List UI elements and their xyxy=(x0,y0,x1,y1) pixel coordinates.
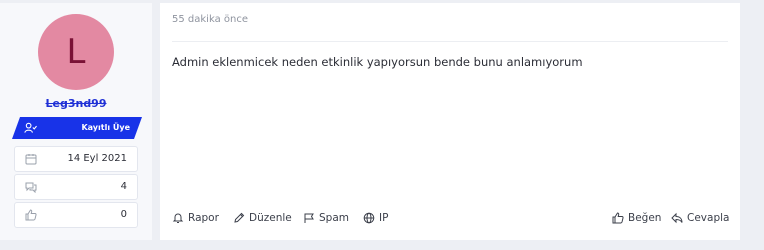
edit-label: Düzenle xyxy=(249,212,292,224)
avatar[interactable]: L xyxy=(38,14,114,90)
like-count-value: 0 xyxy=(120,209,127,220)
stat-message-count: 4 xyxy=(14,174,138,200)
username-link[interactable]: Leg3nd99 xyxy=(0,97,152,110)
user-panel: L Leg3nd99 Kayıtlı Üye 14 Eyl 2021 4 0 xyxy=(0,3,152,240)
bell-icon xyxy=(172,213,184,223)
stat-join-date: 14 Eyl 2021 xyxy=(14,146,138,172)
pencil-icon xyxy=(234,212,245,223)
calendar-icon xyxy=(25,154,37,165)
message-count-value: 4 xyxy=(120,181,127,192)
post-timestamp[interactable]: 55 dakika önce xyxy=(172,14,248,25)
reply-button[interactable]: Cevapla xyxy=(671,210,729,226)
stat-like-count: 0 xyxy=(14,202,138,228)
join-date-value: 14 Eyl 2021 xyxy=(67,153,127,164)
comments-icon xyxy=(25,182,37,193)
ip-label: IP xyxy=(379,212,389,224)
role-label: Kayıtlı Üye xyxy=(81,123,130,132)
reply-icon xyxy=(671,212,683,224)
post-divider xyxy=(172,41,728,42)
thumbs-up-icon xyxy=(612,212,624,224)
avatar-initial: L xyxy=(66,32,86,72)
user-check-icon xyxy=(24,122,37,134)
spam-button[interactable]: Spam xyxy=(303,210,349,226)
reply-label: Cevapla xyxy=(687,212,730,224)
flag-icon xyxy=(304,213,314,223)
post-card: 55 dakika önce Admin eklenmicek neden et… xyxy=(160,3,740,240)
role-badge: Kayıtlı Üye xyxy=(12,117,142,139)
like-button[interactable]: Beğen xyxy=(612,210,661,226)
spam-label: Spam xyxy=(319,212,349,224)
ip-button[interactable]: IP xyxy=(363,210,388,226)
post-message: Admin eklenmicek neden etkinlik yapıyors… xyxy=(172,55,583,69)
report-label: Rapor xyxy=(188,212,219,224)
report-button[interactable]: Rapor xyxy=(172,210,219,226)
edit-button[interactable]: Düzenle xyxy=(233,210,292,226)
thumbs-up-icon xyxy=(25,209,37,221)
globe-icon xyxy=(363,212,375,224)
like-label: Beğen xyxy=(628,212,662,224)
